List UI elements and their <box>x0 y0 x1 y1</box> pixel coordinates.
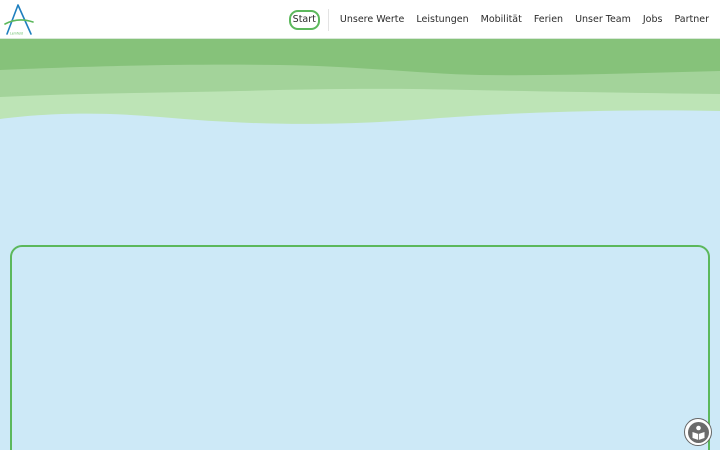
nav-item-leistungen[interactable]: Leistungen <box>410 13 474 27</box>
decorative-waves <box>0 39 720 134</box>
accessibility-button[interactable] <box>684 418 712 446</box>
nav-item-start[interactable]: Start <box>288 9 320 30</box>
nav-item-unser-team[interactable]: Unser Team <box>569 13 637 27</box>
nav-item-mobilitaet[interactable]: Mobilität <box>475 13 528 27</box>
nav-item-ferien[interactable]: Ferien <box>528 13 569 27</box>
nav-item-partner[interactable]: Partner <box>668 13 715 27</box>
nav-divider <box>327 8 329 31</box>
site-logo[interactable]: Lernfeld <box>4 3 34 36</box>
letter-a-logo-icon: Lernfeld <box>4 4 34 36</box>
logo-text: Lernfeld <box>10 32 23 36</box>
site-header: Lernfeld Start Unsere Werte Leistungen M… <box>0 0 720 39</box>
content-card <box>10 245 710 450</box>
nav-item-jobs[interactable]: Jobs <box>637 13 669 27</box>
main-nav: Start Unsere Werte Leistungen Mobilität … <box>288 0 715 39</box>
accessibility-reader-icon <box>687 421 709 443</box>
nav-item-unsere-werte[interactable]: Unsere Werte <box>334 13 411 27</box>
